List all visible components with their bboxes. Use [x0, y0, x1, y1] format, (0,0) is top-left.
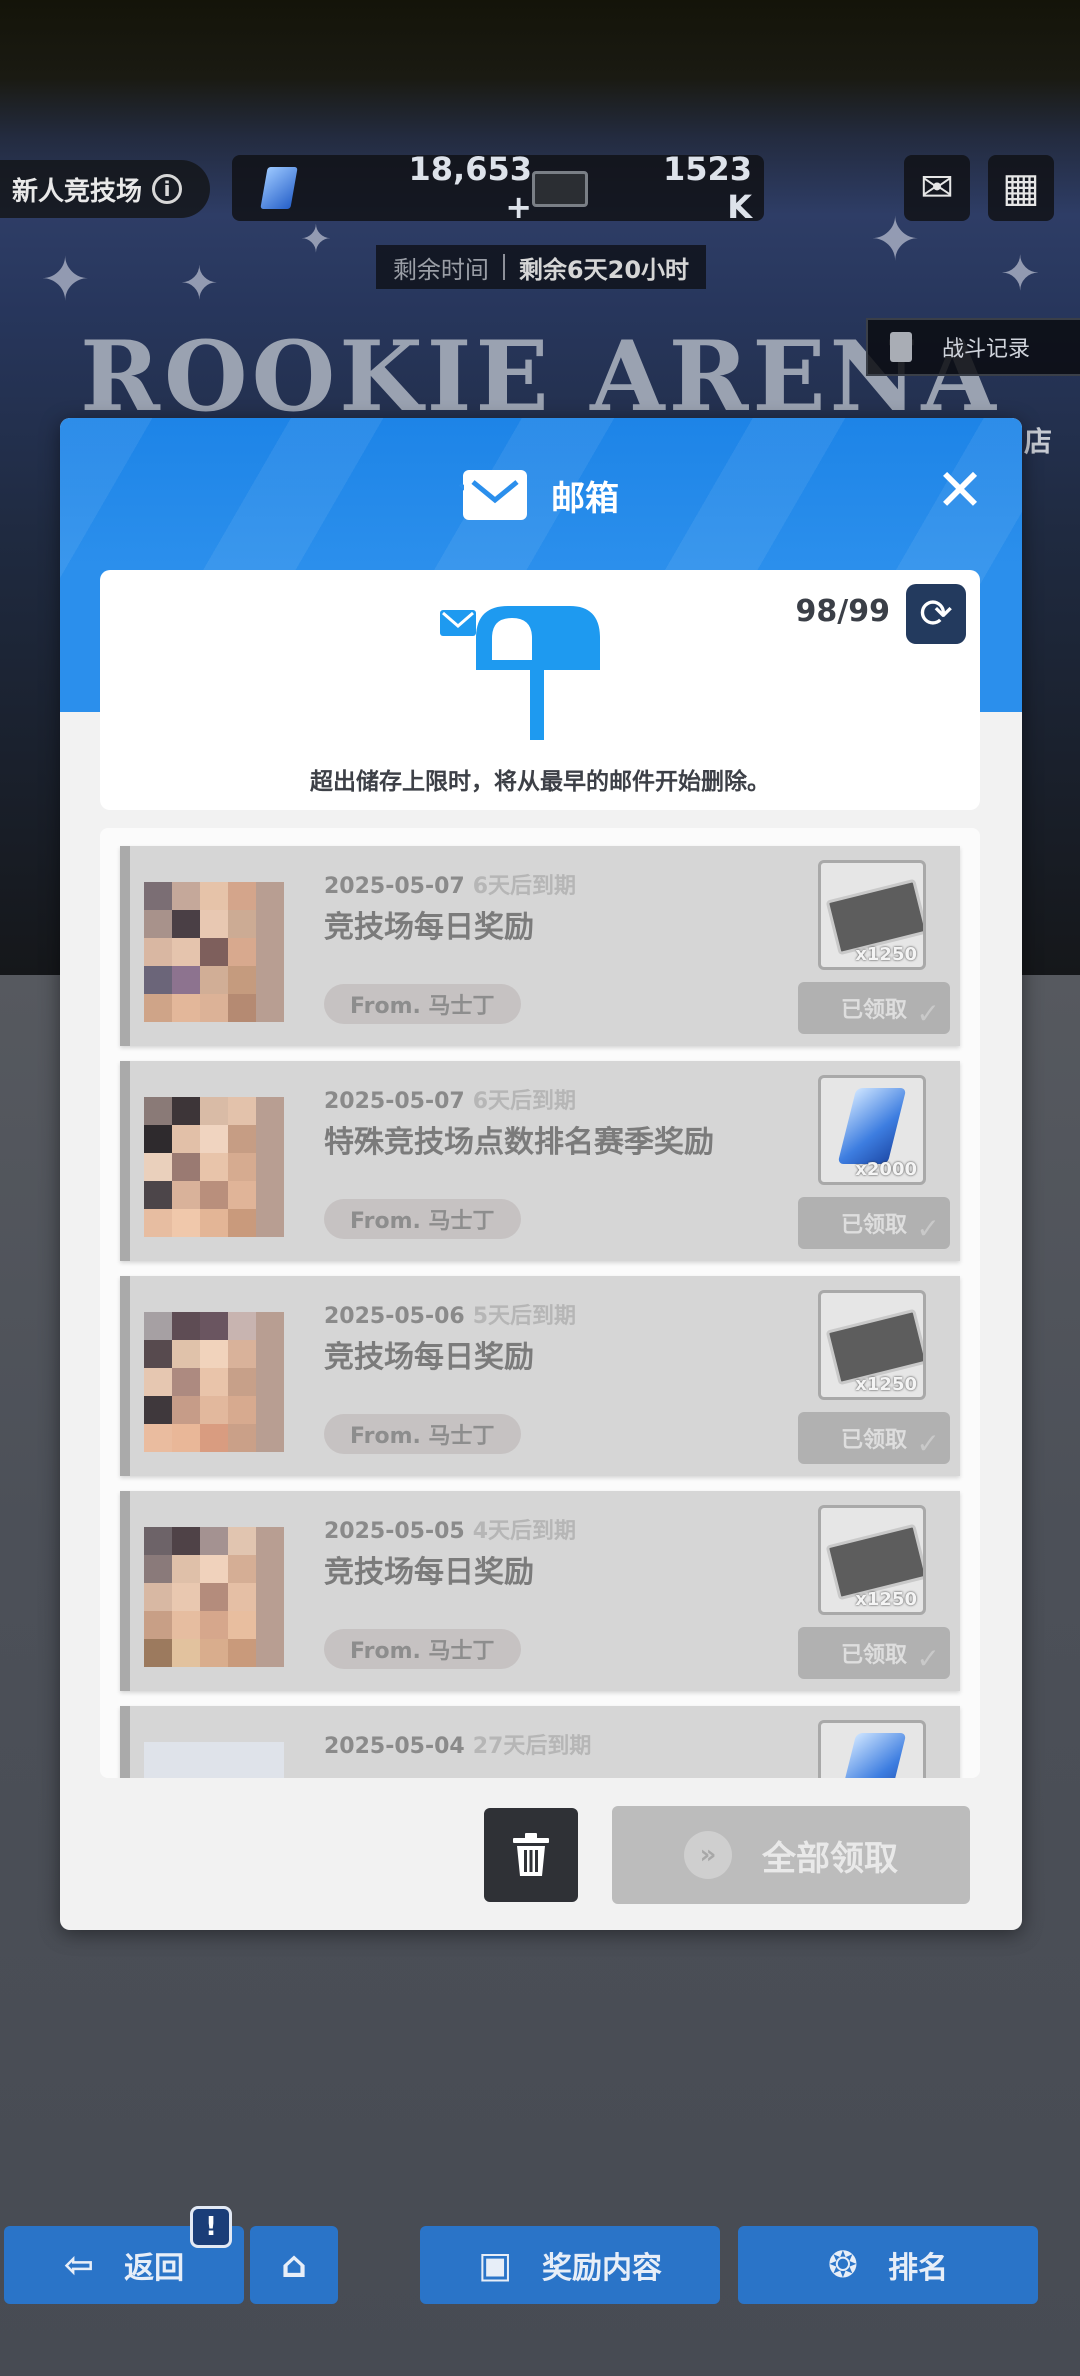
ticket-count: 1523 K: [662, 150, 752, 226]
remaining-value: 剩余6天20小时: [518, 255, 690, 284]
grid-menu-icon: ▦: [1002, 165, 1040, 211]
mail-button[interactable]: ✉: [904, 155, 970, 221]
check-icon: ✓: [916, 997, 940, 1030]
reward-item[interactable]: x1250: [818, 1290, 926, 1400]
modal-title-bar: 邮箱: [60, 460, 1022, 530]
storage-notice: 超出储存上限时，将从最早的邮件开始删除。: [310, 769, 770, 795]
mail-sender: From. 马士丁: [324, 984, 521, 1024]
home-icon: ⌂: [281, 2244, 307, 2286]
reward-count: x1250: [855, 944, 917, 965]
claimed-button[interactable]: 已领取 ✓: [798, 1412, 950, 1464]
reward-item[interactable]: x1250: [818, 1505, 926, 1615]
check-icon: ✓: [916, 1427, 940, 1460]
menu-button[interactable]: ▦: [988, 155, 1054, 221]
ranking-button[interactable]: ❂ 排名: [738, 2226, 1038, 2304]
gem-icon: [837, 1088, 907, 1164]
reward-item[interactable]: x2000: [818, 1075, 926, 1185]
claimed-button[interactable]: 已领取 ✓: [798, 1197, 950, 1249]
mail-item[interactable]: 2025-05-07 6天后到期 特殊竞技场点数排名赛季奖励 From. 马士丁 …: [120, 1061, 960, 1261]
mail-sender: From. 马士丁: [324, 1414, 521, 1454]
mail-list[interactable]: 2025-05-07 6天后到期 竞技场每日奖励 From. 马士丁 x1250 …: [100, 828, 980, 1778]
back-label: 返回: [124, 2251, 185, 2286]
mail-icon: ✉: [920, 165, 954, 211]
close-icon: ✕: [935, 456, 985, 524]
mail-item[interactable]: 2025-05-06 5天后到期 竞技场每日奖励 From. 马士丁 x1250 …: [120, 1276, 960, 1476]
mailbox-modal: 邮箱 ✕ 98/99 ⟳ 超出储存上限时，将从最早的邮件开始删除。 2025-0…: [60, 418, 1022, 1930]
claimed-button[interactable]: 已领取 ✓: [798, 982, 950, 1034]
mail-date: 2025-05-07 6天后到期: [324, 874, 577, 899]
add-gem-button[interactable]: +: [505, 188, 532, 226]
reward-item[interactable]: x1250: [818, 860, 926, 970]
decor-star-icon: ✦: [1000, 246, 1041, 302]
mail-date: 2025-05-04 27天后到期: [324, 1734, 592, 1759]
mail-item[interactable]: 2025-05-04 27天后到期: [120, 1706, 960, 1778]
mail-sender: From. 马士丁: [324, 1629, 521, 1669]
check-icon: ✓: [916, 1642, 940, 1675]
exit-icon: ⇦: [63, 2244, 95, 2286]
divider: [502, 254, 505, 280]
mailbox-info-card: 98/99 ⟳ 超出储存上限时，将从最早的邮件开始删除。: [100, 570, 980, 810]
check-icon: ✓: [916, 1212, 940, 1245]
rewards-label: 奖励内容: [542, 2251, 662, 2286]
reward-count: x1250: [855, 1374, 917, 1395]
claim-all-label: 全部领取: [762, 1838, 898, 1879]
arena-name: 新人竞技场: [12, 176, 143, 207]
decor-star-icon: ✦: [180, 256, 219, 310]
sender-avatar: [144, 1742, 284, 1778]
reward-item[interactable]: [818, 1720, 926, 1778]
mail-item[interactable]: 2025-05-07 6天后到期 竞技场每日奖励 From. 马士丁 x1250 …: [120, 846, 960, 1046]
refresh-button[interactable]: ⟳: [906, 584, 966, 644]
mail-date: 2025-05-05 4天后到期: [324, 1519, 577, 1544]
document-icon: [890, 332, 912, 362]
mail-counter: 98/99: [795, 594, 890, 629]
home-button[interactable]: ⌂: [250, 2226, 338, 2304]
close-button[interactable]: ✕: [932, 461, 988, 519]
decor-star-icon: ✦: [40, 245, 91, 315]
mailbox-icon: [440, 606, 600, 740]
gem-count: 18,653 +: [408, 150, 532, 226]
info-icon[interactable]: i: [152, 174, 183, 204]
mail-title: 竞技场每日奖励: [324, 910, 534, 945]
gem-icon: [260, 167, 298, 209]
mail-date: 2025-05-06 5天后到期: [324, 1304, 577, 1329]
claim-all-button[interactable]: » 全部领取: [612, 1806, 970, 1904]
decor-star-icon: ✦: [300, 217, 332, 261]
fast-forward-icon: »: [684, 1831, 732, 1879]
gem-icon: [837, 1733, 907, 1778]
rewards-button[interactable]: ▣ 奖励内容: [420, 2226, 720, 2304]
gift-icon: ▣: [477, 2244, 512, 2286]
battle-record-label: 战斗记录: [942, 337, 1031, 362]
envelope-icon: [463, 470, 527, 520]
remaining-time-bar: 剩余时间 剩余6天20小时: [376, 245, 706, 289]
remaining-label: 剩余时间: [392, 255, 489, 284]
ranking-label: 排名: [888, 2251, 949, 2286]
sender-avatar: [144, 1097, 284, 1237]
mail-title: 竞技场每日奖励: [324, 1555, 534, 1590]
shop-button-label[interactable]: 店: [1024, 420, 1052, 460]
mail-title: 竞技场每日奖励: [324, 1340, 534, 1375]
sender-avatar: [144, 1312, 284, 1452]
refresh-icon: ⟳: [919, 591, 953, 637]
arena-name-tag[interactable]: 新人竞技场 i: [0, 160, 210, 218]
mail-date: 2025-05-07 6天后到期: [324, 1089, 577, 1114]
alert-badge: !: [190, 2206, 232, 2248]
reward-count: x1250: [855, 1589, 917, 1610]
modal-title: 邮箱: [551, 478, 619, 519]
resource-bar: 18,653 + 1523 K: [232, 150, 764, 226]
trash-icon: [513, 1833, 549, 1876]
mail-title: 特殊竞技场点数排名赛季奖励: [324, 1125, 714, 1160]
delete-button[interactable]: [484, 1808, 578, 1902]
sender-avatar: [144, 882, 284, 1022]
claimed-button[interactable]: 已领取 ✓: [798, 1627, 950, 1679]
medal-icon: ❂: [827, 2244, 859, 2286]
mail-sender: From. 马士丁: [324, 1199, 521, 1239]
ticket-icon: [532, 171, 588, 207]
sender-avatar: [144, 1527, 284, 1667]
battle-record-button[interactable]: 战斗记录: [866, 318, 1080, 376]
reward-count: x2000: [855, 1159, 917, 1180]
mail-item[interactable]: 2025-05-05 4天后到期 竞技场每日奖励 From. 马士丁 x1250 …: [120, 1491, 960, 1691]
